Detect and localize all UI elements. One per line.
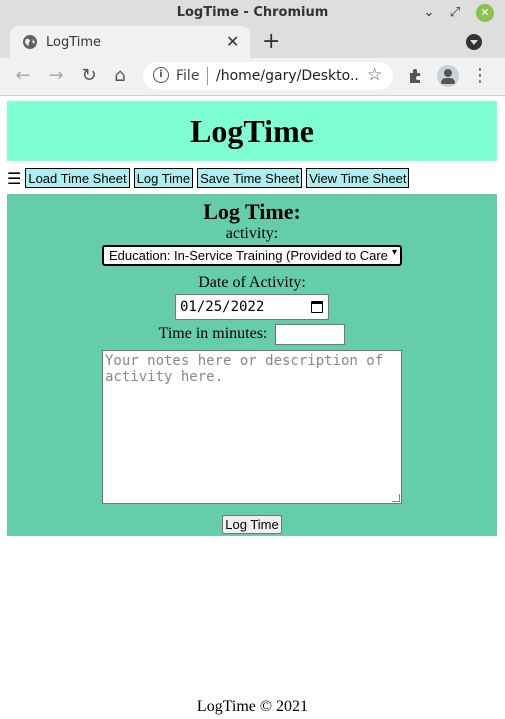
- activity-select[interactable]: Education: In-Service Training (Provided…: [102, 245, 402, 266]
- globe-icon: [23, 35, 37, 49]
- time-row: Time in minutes:: [7, 324, 497, 345]
- tab-search-icon[interactable]: [466, 34, 482, 50]
- date-label: Date of Activity:: [198, 274, 306, 291]
- close-icon[interactable]: ✕: [476, 4, 494, 22]
- save-time-sheet-button[interactable]: Save Time Sheet: [197, 168, 303, 188]
- time-label: Time in minutes:: [158, 325, 268, 343]
- time-minutes-input[interactable]: [275, 324, 346, 345]
- forward-icon[interactable]: →: [45, 65, 67, 87]
- page-footer: LogTime © 2021: [196, 698, 309, 715]
- page-header: LogTime: [7, 101, 497, 161]
- kebab-menu-icon[interactable]: ⋮: [469, 65, 491, 87]
- browser-toolbar: ← → ↻ ⌂ i File /home/gary/Deskto... ☆ ⋮: [0, 58, 505, 96]
- activity-label: activity:: [225, 225, 279, 242]
- minimize-icon[interactable]: ⌄: [420, 4, 438, 22]
- date-value: 01/25/2022: [180, 299, 265, 315]
- page-title: LogTime: [190, 113, 314, 149]
- omnibox-separator: [207, 67, 208, 85]
- reload-icon[interactable]: ↻: [78, 65, 100, 87]
- chevron-down-icon: ▾: [389, 247, 397, 258]
- page-content: LogTime ☰ Load Time Sheet Log Time Save …: [0, 97, 505, 719]
- tab-title: LogTime: [46, 35, 102, 50]
- tab-close-icon[interactable]: ✕: [226, 32, 239, 51]
- notes-textarea[interactable]: Your notes here or description of activi…: [102, 350, 402, 504]
- info-icon[interactable]: i: [153, 67, 169, 83]
- new-tab-icon[interactable]: +: [262, 29, 280, 54]
- extensions-puzzle-icon[interactable]: [405, 65, 427, 87]
- file-scheme-label: File: [176, 68, 200, 84]
- calendar-icon[interactable]: [311, 301, 323, 313]
- nav-bar: ☰ Load Time Sheet Log Time Save Time She…: [7, 167, 413, 189]
- bookmark-star-icon[interactable]: ☆: [367, 65, 382, 85]
- load-time-sheet-button[interactable]: Load Time Sheet: [25, 168, 130, 188]
- tab-logtime[interactable]: LogTime ✕: [10, 26, 250, 58]
- back-icon[interactable]: ←: [12, 65, 34, 87]
- view-time-sheet-button[interactable]: View Time Sheet: [306, 168, 410, 188]
- activity-selected-value: Education: In-Service Training (Provided…: [109, 248, 388, 263]
- address-bar[interactable]: i File /home/gary/Deskto... ☆: [143, 62, 393, 90]
- window-titlebar: LogTime - Chromium ⌄ ⤢ ✕: [0, 0, 505, 26]
- profile-avatar-icon[interactable]: [437, 65, 459, 87]
- hamburger-menu-icon[interactable]: ☰: [7, 169, 21, 188]
- url-text[interactable]: /home/gary/Deskto...: [216, 68, 358, 84]
- date-input[interactable]: 01/25/2022: [175, 294, 329, 320]
- tab-strip: LogTime ✕ +: [0, 26, 505, 58]
- form-heading: Log Time:: [203, 199, 301, 224]
- home-icon[interactable]: ⌂: [109, 65, 131, 87]
- log-time-form: Log Time: activity: Education: In-Servic…: [7, 194, 497, 536]
- resize-grip-icon[interactable]: [392, 494, 400, 502]
- notes-placeholder: Your notes here or description of activi…: [105, 353, 384, 385]
- log-time-nav-button[interactable]: Log Time: [133, 168, 194, 188]
- log-time-submit-button[interactable]: Log Time: [222, 515, 282, 534]
- maximize-icon[interactable]: ⤢: [446, 4, 464, 22]
